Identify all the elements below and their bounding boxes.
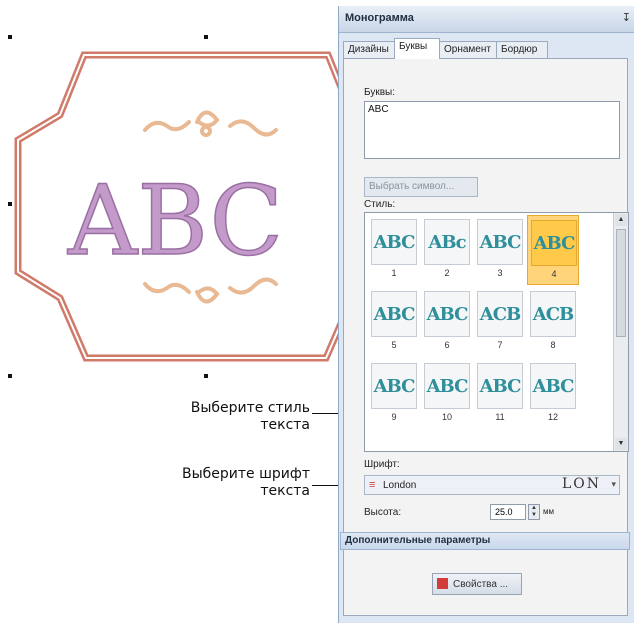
letters-label: Буквы: [364, 87, 395, 98]
properties-icon [437, 578, 448, 589]
style-option[interactable]: ABC 10 [421, 359, 473, 429]
style-thumbnail: ACB [530, 291, 576, 337]
style-option[interactable]: ACB 8 [527, 287, 579, 357]
letters-tab-body: Буквы: ABC Выбрать символ... Стиль: ABC 1… [340, 58, 630, 616]
properties-button[interactable]: Свойства ... [432, 573, 522, 595]
style-number: 2 [444, 268, 450, 278]
scroll-down-icon[interactable]: ▼ [615, 438, 627, 450]
tab-designs[interactable]: Дизайны [343, 41, 395, 58]
style-number: 11 [495, 412, 505, 422]
bottom-ornament [143, 277, 278, 304]
style-thumbnail: ACB [477, 291, 523, 337]
callout-style-text: Выберите стиль текста [190, 400, 310, 433]
font-label: Шрифт: [364, 459, 400, 470]
selection-handle[interactable] [204, 35, 208, 39]
panel-titlebar[interactable]: Монограмма ↧ [339, 6, 634, 33]
callout-style: Выберите стиль текста [130, 400, 310, 434]
style-number: 10 [441, 412, 452, 422]
selection-handle[interactable] [8, 35, 12, 39]
height-label: Высота: [364, 507, 402, 518]
style-thumbnail: ABC [371, 219, 417, 265]
style-option[interactable]: ABC 1 [368, 215, 420, 285]
style-option[interactable]: ABC 11 [474, 359, 526, 429]
scroll-up-icon[interactable]: ▲ [615, 214, 627, 226]
style-number: 12 [547, 412, 558, 422]
style-number: 4 [551, 269, 557, 279]
style-option[interactable]: ABC 12 [527, 359, 579, 429]
style-option[interactable]: ABc 2 [421, 215, 473, 285]
selection-handle[interactable] [8, 202, 12, 206]
tab-border[interactable]: Бордюр [496, 41, 548, 58]
style-number: 7 [497, 340, 503, 350]
style-number: 5 [391, 340, 397, 350]
style-thumbnail: ABC [424, 291, 470, 337]
chevron-down-icon[interactable]: ▾ [611, 479, 616, 490]
callout-font-text: Выберите шрифт текста [181, 466, 310, 499]
font-preview: LON [561, 476, 601, 492]
style-thumbnail: ABC [477, 363, 523, 409]
font-name: London [383, 480, 417, 491]
style-thumbnail: ABC [371, 291, 417, 337]
styles-scrollbar[interactable]: ▲ ▼ [613, 213, 628, 451]
select-symbol-button[interactable]: Выбрать символ... [364, 177, 478, 197]
style-option[interactable]: ABC 4 [527, 215, 579, 285]
style-number: 6 [444, 340, 450, 350]
style-thumbnail: ABC [371, 363, 417, 409]
height-input[interactable]: 25.0 [490, 504, 526, 520]
height-unit: мм [543, 507, 554, 516]
style-thumbnail: ABC [531, 220, 577, 266]
style-option[interactable]: ACB 7 [474, 287, 526, 357]
style-option[interactable]: ABC 9 [368, 359, 420, 429]
font-type-icon: ≡ [369, 479, 376, 491]
pin-icon[interactable]: ↧ [622, 11, 631, 24]
style-number: 3 [497, 268, 503, 278]
font-select[interactable]: ≡ London LON ▾ [364, 475, 620, 495]
letters-input[interactable]: ABC [364, 101, 620, 159]
style-thumbnail: ABC [530, 363, 576, 409]
monogram-letters: ABC [67, 165, 283, 277]
scroll-thumb[interactable] [616, 229, 626, 337]
style-option[interactable]: ABC 3 [474, 215, 526, 285]
design-canvas[interactable]: ABC [0, 0, 340, 400]
tab-ornament[interactable]: Орнамент [439, 41, 497, 58]
style-number: 9 [391, 412, 397, 422]
styles-label: Стиль: [364, 199, 396, 210]
styles-gallery[interactable]: ABC 1 ABc 2 ABC 3 ABC 4 ABC 5 ABC 6 ACB 7 ACB 8 ABC 9 ABC 1… [364, 212, 629, 452]
callout-font: Выберите шрифт текста [130, 466, 310, 500]
top-ornament [143, 110, 278, 137]
style-thumbnail: ABc [424, 219, 470, 265]
selection-handle[interactable] [204, 374, 208, 378]
style-number: 1 [391, 268, 397, 278]
style-thumbnail: ABC [424, 363, 470, 409]
style-option[interactable]: ABC 5 [368, 287, 420, 357]
advanced-options-header[interactable]: Дополнительные параметры [340, 532, 630, 550]
style-option[interactable]: ABC 6 [421, 287, 473, 357]
properties-label: Свойства ... [453, 579, 509, 590]
selection-handle[interactable] [8, 374, 12, 378]
monogram-panel: Монограмма ↧ Дизайны Буквы Орнамент Борд… [338, 6, 634, 623]
monogram-design: ABC [14, 51, 340, 362]
style-number: 8 [550, 340, 556, 350]
height-stepper[interactable]: ▲ ▼ [528, 504, 540, 520]
tab-letters[interactable]: Буквы [394, 38, 440, 59]
panel-title: Монограмма [345, 12, 414, 24]
style-thumbnail: ABC [477, 219, 523, 265]
